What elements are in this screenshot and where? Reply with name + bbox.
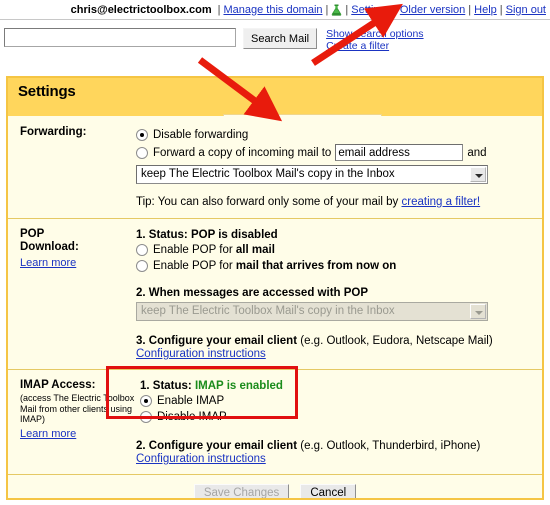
forwarding-forward-row[interactable]: Forward a copy of incoming mail to and <box>136 144 532 161</box>
pop-step2: 2. When messages are accessed with POP <box>136 287 369 299</box>
forwarding-disable-label: Disable forwarding <box>153 129 249 141</box>
nav-separator: | <box>468 3 472 16</box>
pop-step1-prefix: 1. Status: <box>136 229 188 241</box>
forwarding-forward-radio[interactable] <box>136 146 148 159</box>
settings-body: Forwarding: Disable forwarding Forward a… <box>8 116 542 498</box>
forwarding-content: Disable forwarding Forward a copy of inc… <box>136 126 542 208</box>
forwarding-forward-label: Forward a copy of incoming mail to <box>153 146 332 159</box>
pop-label-col: POP Download: Learn more <box>8 228 136 360</box>
forwarding-tip-text: Tip: You can also forward only some of y… <box>136 196 399 208</box>
imap-label: IMAP Access: <box>20 379 96 391</box>
chevron-down-icon[interactable] <box>470 304 486 319</box>
help-link[interactable]: Help <box>474 4 497 16</box>
older-version-link[interactable]: Older version <box>400 4 465 16</box>
save-changes-button[interactable]: Save Changes <box>193 484 290 498</box>
cancel-button[interactable]: Cancel <box>300 484 357 498</box>
imap-status-badge: IMAP is enabled <box>194 380 283 392</box>
create-filter-link[interactable]: Create a filter <box>326 40 423 53</box>
pop-status: POP is disabled <box>190 229 278 241</box>
imap-learn-more-link[interactable]: Learn more <box>20 428 76 440</box>
pop-from-now-prefix: Enable POP for <box>153 260 233 272</box>
sign-out-link[interactable]: Sign out <box>506 4 546 16</box>
imap-enable-radio[interactable] <box>140 395 152 407</box>
settings-panel: Settings General Accounts Labels Filters… <box>6 76 544 500</box>
imap-configuration-instructions-link[interactable]: Configuration instructions <box>136 453 266 465</box>
forwarding-tip: Tip: You can also forward only some of y… <box>136 196 532 208</box>
imap-step2: 2. Configure your email client (e.g. Out… <box>136 440 532 452</box>
pop-content: 1. Status: POP is disabled Enable POP fo… <box>136 228 542 360</box>
forwarding-forward-suffix: and <box>467 146 487 159</box>
pop-all-mail-label: Enable POP for all mail <box>153 243 275 257</box>
top-nav-bar: chris@electrictoolbox.com | Manage this … <box>0 0 550 19</box>
show-search-options-link[interactable]: Show search options <box>326 28 423 41</box>
imap-step1: 1. Status: IMAP is enabled <box>140 380 532 392</box>
pop-from-now-radio[interactable] <box>136 260 148 272</box>
imap-enable-row[interactable]: Enable IMAP <box>140 394 532 408</box>
flask-icon[interactable] <box>331 4 342 16</box>
nav-separator: | <box>394 3 397 16</box>
forwarding-action-select[interactable]: keep The Electric Toolbox Mail's copy in… <box>136 165 488 184</box>
imap-note: (access The Electric Toolbox Mail from o… <box>20 393 135 424</box>
creating-a-filter-link[interactable]: creating a filter! <box>402 196 481 208</box>
settings-link[interactable]: Settings <box>351 4 391 16</box>
nav-separator: | <box>345 3 349 16</box>
pop-step3-bold: 3. Configure your email client <box>136 335 298 347</box>
imap-content: 1. Status: IMAP is enabled Enable IMAP D… <box>136 379 542 465</box>
search-links: Show search options Create a filter <box>326 28 423 52</box>
imap-step2-normal: (e.g. Outlook, Thunderbird, iPhone) <box>300 440 481 452</box>
pop-label-line2: Download: <box>20 241 79 253</box>
chevron-down-icon[interactable] <box>470 167 486 182</box>
pop-all-mail-prefix: Enable POP for <box>153 244 233 256</box>
imap-disable-radio[interactable] <box>140 411 152 423</box>
imap-label-col: IMAP Access: (access The Electric Toolbo… <box>8 379 136 465</box>
forwarding-disable-row[interactable]: Disable forwarding <box>136 128 532 142</box>
page-title: Settings <box>18 83 76 100</box>
manage-domain-link[interactable]: Manage this domain <box>223 4 322 16</box>
pop-access-selected: keep The Electric Toolbox Mail's copy in… <box>141 305 395 317</box>
imap-section: IMAP Access: (access The Electric Toolbo… <box>8 370 542 475</box>
forwarding-action-selected: keep The Electric Toolbox Mail's copy in… <box>141 168 395 180</box>
nav-separator: | <box>499 3 503 16</box>
search-bar: Search Mail Show search options Create a… <box>0 22 550 68</box>
pop-access-select[interactable]: keep The Electric Toolbox Mail's copy in… <box>136 302 488 321</box>
forwarding-label: Forwarding: <box>20 126 87 138</box>
pop-from-now-row[interactable]: Enable POP for mail that arrives from no… <box>136 259 532 273</box>
forwarding-label-col: Forwarding: <box>8 126 136 208</box>
pop-learn-more-link[interactable]: Learn more <box>20 257 76 269</box>
account-email: chris@electrictoolbox.com <box>70 3 212 16</box>
imap-step2-bold: 2. Configure your email client <box>136 440 298 452</box>
pop-all-mail-row[interactable]: Enable POP for all mail <box>136 243 532 257</box>
pop-configuration-instructions-link[interactable]: Configuration instructions <box>136 348 266 360</box>
pop-label-line1: POP <box>20 228 45 240</box>
pop-all-mail-radio[interactable] <box>136 244 148 256</box>
pop-section: POP Download: Learn more 1. Status: POP … <box>8 219 542 370</box>
nav-separator: | <box>217 3 221 16</box>
forwarding-disable-radio[interactable] <box>136 129 148 141</box>
pop-step3: 3. Configure your email client (e.g. Out… <box>136 335 532 347</box>
pop-from-now-bold: mail that arrives from now on <box>235 260 397 272</box>
imap-disable-row[interactable]: Disable IMAP <box>140 410 532 424</box>
pop-step1: 1. Status: POP is disabled <box>136 229 532 241</box>
nav-separator: | <box>325 3 329 16</box>
pop-from-now-label: Enable POP for mail that arrives from no… <box>153 259 396 273</box>
pop-all-mail-bold: all mail <box>235 244 275 256</box>
form-actions: Save Changes Cancel <box>8 475 542 498</box>
search-mail-button[interactable]: Search Mail <box>243 28 318 49</box>
imap-disable-label: Disable IMAP <box>157 411 227 423</box>
pop-step3-normal: (e.g. Outlook, Eudora, Netscape Mail) <box>300 335 493 347</box>
search-input[interactable] <box>4 28 236 47</box>
imap-step1-prefix: 1. Status: <box>140 380 192 392</box>
forwarding-section: Forwarding: Disable forwarding Forward a… <box>8 116 542 219</box>
settings-header: Settings General Accounts Labels Filters… <box>8 78 542 134</box>
imap-enable-label: Enable IMAP <box>157 395 225 407</box>
forward-email-input[interactable] <box>335 144 464 161</box>
